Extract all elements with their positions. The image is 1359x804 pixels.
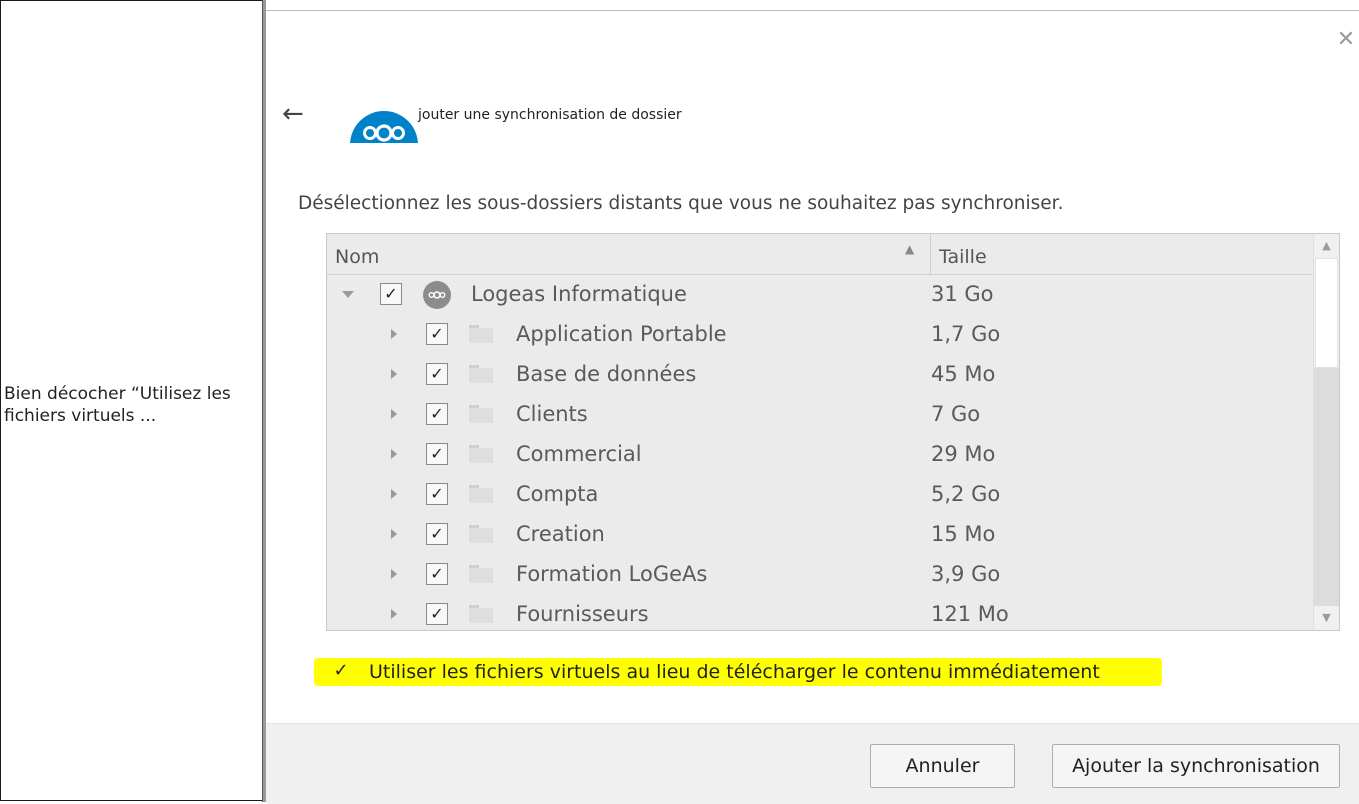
folder-icon xyxy=(469,365,493,383)
dialog-footer: Annuler Ajouter la synchronisation xyxy=(266,723,1359,804)
expand-arrow-icon[interactable] xyxy=(391,369,397,379)
folder-size: 29 Mo xyxy=(931,442,996,466)
close-icon[interactable]: ✕ xyxy=(1335,29,1357,51)
folder-label: Fournisseurs xyxy=(516,602,649,626)
add-folder-sync-dialog: ✕ ← jouter une synchronisation de dossie… xyxy=(266,10,1359,804)
scroll-up-icon[interactable]: ▲ xyxy=(1314,234,1339,258)
sort-ascending-icon: ▲ xyxy=(905,242,915,256)
folder-label: Creation xyxy=(516,522,605,546)
folder-icon xyxy=(469,325,493,343)
folder-size: 45 Mo xyxy=(931,362,996,386)
nextcloud-folder-icon xyxy=(423,281,451,309)
folder-label: Clients xyxy=(516,402,588,426)
arrow-left-icon[interactable]: ← xyxy=(282,99,312,129)
tree-row[interactable]: ✓ Compta 5,2 Go xyxy=(327,475,1313,515)
folder-icon xyxy=(469,445,493,463)
cancel-button[interactable]: Annuler xyxy=(870,744,1015,788)
collapse-arrow-icon[interactable] xyxy=(342,291,354,298)
folder-size: 7 Go xyxy=(931,402,981,426)
tree-row[interactable]: ✓ Formation LoGeAs 3,9 Go xyxy=(327,555,1313,595)
vertical-scrollbar[interactable]: ▲ ▼ xyxy=(1313,234,1339,630)
tree-row[interactable]: ✓ Commercial 29 Mo xyxy=(327,435,1313,475)
folder-size: 3,9 Go xyxy=(931,562,1001,586)
expand-arrow-icon[interactable] xyxy=(391,609,397,619)
folder-size: 15 Mo xyxy=(931,522,996,546)
folder-checkbox[interactable]: ✓ xyxy=(426,363,448,385)
add-sync-button[interactable]: Ajouter la synchronisation xyxy=(1052,744,1340,788)
folder-icon xyxy=(469,605,493,623)
tree-row[interactable]: ✓ Clients 7 Go xyxy=(327,395,1313,435)
folder-size: 1,7 Go xyxy=(931,322,1001,346)
expand-arrow-icon[interactable] xyxy=(391,569,397,579)
scroll-down-icon[interactable]: ▼ xyxy=(1314,606,1339,630)
column-header-size[interactable]: Taille xyxy=(939,246,987,268)
instruction-note: Bien décocher “Utilisez les fichiers vir… xyxy=(4,384,231,426)
root-label: Logeas Informatique xyxy=(471,282,687,306)
folder-icon xyxy=(469,565,493,583)
tree-row[interactable]: ✓ Base de données 45 Mo xyxy=(327,355,1313,395)
folder-size: 121 Mo xyxy=(931,602,1009,626)
virtual-files-checkbox[interactable]: ✓ xyxy=(330,660,352,682)
root-size: 31 Go xyxy=(931,282,994,306)
folder-tree: Nom ▲ Taille ✓ Logeas Informatique 31 Go… xyxy=(326,233,1340,631)
folder-label: Compta xyxy=(516,482,599,506)
expand-arrow-icon[interactable] xyxy=(391,449,397,459)
folder-checkbox[interactable]: ✓ xyxy=(426,443,448,465)
folder-checkbox[interactable]: ✓ xyxy=(426,323,448,345)
folder-checkbox[interactable]: ✓ xyxy=(426,563,448,585)
expand-arrow-icon[interactable] xyxy=(391,489,397,499)
folder-checkbox[interactable]: ✓ xyxy=(426,523,448,545)
folder-label: Base de données xyxy=(516,362,697,386)
scrollbar-track[interactable] xyxy=(1314,368,1339,606)
scrollbar-thumb[interactable] xyxy=(1315,258,1338,368)
folder-checkbox[interactable]: ✓ xyxy=(426,403,448,425)
expand-arrow-icon[interactable] xyxy=(391,529,397,539)
folder-label: Commercial xyxy=(516,442,642,466)
column-header-name[interactable]: Nom xyxy=(335,246,379,268)
folder-label: Application Portable xyxy=(516,322,727,346)
virtual-files-label[interactable]: Utiliser les fichiers virtuels au lieu d… xyxy=(369,661,1100,683)
dialog-title: jouter une synchronisation de dossier xyxy=(418,107,682,123)
folder-size: 5,2 Go xyxy=(931,482,1001,506)
column-divider[interactable] xyxy=(930,234,931,274)
folder-checkbox[interactable]: ✓ xyxy=(426,483,448,505)
tree-row[interactable]: ✓ Application Portable 1,7 Go xyxy=(327,315,1313,355)
expand-arrow-icon[interactable] xyxy=(391,329,397,339)
tree-row-root[interactable]: ✓ Logeas Informatique 31 Go xyxy=(327,275,1313,315)
nextcloud-logo xyxy=(346,95,422,143)
tree-header: Nom ▲ Taille xyxy=(327,234,1313,275)
root-checkbox[interactable]: ✓ xyxy=(380,283,402,305)
folder-checkbox[interactable]: ✓ xyxy=(426,603,448,625)
instruction-text: Désélectionnez les sous-dossiers distant… xyxy=(298,193,1064,214)
folder-icon xyxy=(469,485,493,503)
expand-arrow-icon[interactable] xyxy=(391,409,397,419)
tree-row[interactable]: ✓ Fournisseurs 121 Mo xyxy=(327,595,1313,630)
folder-label: Formation LoGeAs xyxy=(516,562,708,586)
folder-icon xyxy=(469,405,493,423)
tree-row[interactable]: ✓ Creation 15 Mo xyxy=(327,515,1313,555)
folder-icon xyxy=(469,525,493,543)
